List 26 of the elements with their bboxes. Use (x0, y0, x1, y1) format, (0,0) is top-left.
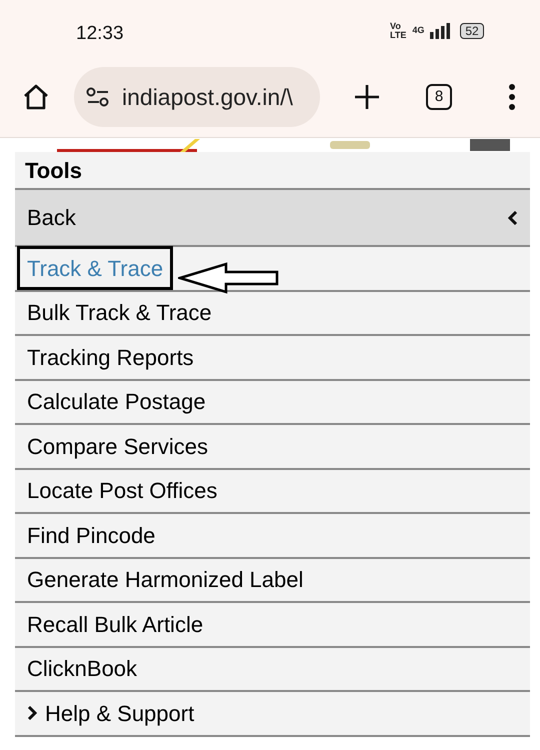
menu-item[interactable]: Compare Services (17, 424, 218, 468)
volte-indicator: Vo LTE (390, 22, 406, 40)
chevron-left-icon (508, 210, 518, 224)
signal-icon (430, 23, 450, 39)
menu-item[interactable]: Calculate Postage (17, 380, 216, 424)
new-tab-icon[interactable] (354, 84, 380, 110)
menu-item[interactable]: ClicknBook (17, 646, 148, 691)
back-button[interactable]: Back (15, 190, 530, 247)
battery-indicator: 52 (460, 23, 484, 39)
menu-item[interactable]: Tracking Reports (17, 335, 204, 380)
status-time: 12:33 (76, 22, 124, 46)
menu-item[interactable]: Locate Post Offices (17, 468, 228, 513)
menu-title: Tools (25, 156, 82, 184)
address-bar[interactable]: indiapost.gov.in/\ (74, 67, 320, 127)
menu-item[interactable]: Recall Bulk Article (17, 602, 214, 646)
menu-item[interactable]: Help & Support (17, 691, 204, 736)
menu-item[interactable]: Generate Harmonized Label (17, 558, 314, 602)
tune-icon[interactable] (86, 87, 110, 107)
menu-item[interactable]: Bulk Track & Trace (17, 290, 222, 335)
tab-count-button[interactable]: 8 (426, 84, 452, 110)
menu-item[interactable]: Find Pincode (17, 513, 166, 558)
chevron-right-icon (27, 706, 37, 720)
more-menu-icon[interactable] (508, 84, 516, 110)
menu-item[interactable]: Track & Trace (17, 246, 174, 290)
network-type: 4G (412, 24, 424, 38)
home-icon (22, 83, 50, 111)
